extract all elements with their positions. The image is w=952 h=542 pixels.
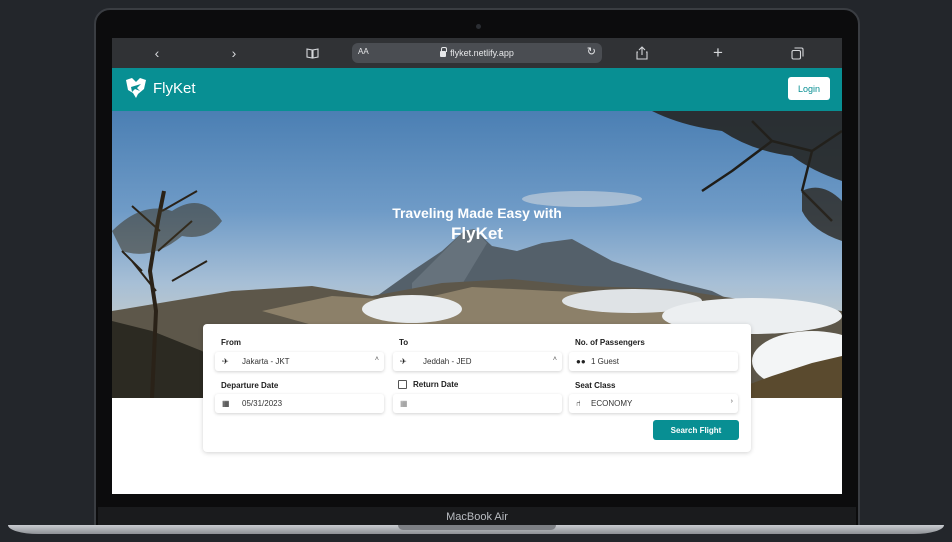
login-button[interactable]: Login bbox=[788, 77, 830, 100]
seat-icon: ⑁ bbox=[576, 399, 581, 408]
from-select[interactable]: ✈ Jakarta - JKT ˄ bbox=[215, 352, 384, 371]
share-icon[interactable] bbox=[632, 44, 652, 62]
tabs-icon[interactable] bbox=[787, 44, 807, 62]
passengers-select[interactable]: ●● 1 Guest bbox=[569, 352, 738, 371]
seat-class-label: Seat Class bbox=[575, 381, 616, 390]
calendar-icon: ▦ bbox=[222, 399, 230, 408]
new-tab-icon[interactable]: + bbox=[708, 43, 728, 62]
app-header: FlyKet Login bbox=[112, 68, 842, 111]
passengers-label: No. of Passengers bbox=[575, 338, 645, 347]
url-text: flyket.netlify.app bbox=[450, 48, 514, 58]
back-icon[interactable]: ‹ bbox=[147, 44, 167, 62]
to-select[interactable]: ✈ Jeddah - JED ˄ bbox=[393, 352, 562, 371]
return-label: Return Date bbox=[413, 380, 459, 389]
departure-label: Departure Date bbox=[221, 381, 279, 390]
chevron-up-icon: ˄ bbox=[374, 356, 379, 363]
users-icon: ●● bbox=[576, 357, 586, 366]
bezel-bottom: MacBook Air bbox=[98, 507, 856, 526]
forward-icon[interactable]: › bbox=[224, 44, 244, 62]
camera-icon bbox=[476, 24, 481, 29]
plane-landing-icon: ✈ bbox=[400, 357, 407, 366]
hero-title: Traveling Made Easy with bbox=[392, 205, 562, 221]
chevron-up-icon: ˄ bbox=[552, 356, 557, 363]
from-value: Jakarta - JKT bbox=[242, 357, 290, 366]
browser-toolbar: ‹ › AA flyket.netlify.app ↻ + bbox=[112, 38, 842, 68]
reader-button[interactable]: AA bbox=[358, 47, 369, 56]
hero-brand: FlyKet bbox=[451, 224, 503, 243]
passengers-value: 1 Guest bbox=[591, 357, 620, 366]
flyket-logo-icon bbox=[126, 78, 146, 98]
to-value: Jeddah - JED bbox=[423, 357, 472, 366]
departure-date-input[interactable]: ▦ 05/31/2023 bbox=[215, 394, 384, 413]
lock-icon bbox=[440, 47, 448, 57]
return-date-input[interactable]: ▦ bbox=[393, 394, 562, 413]
calendar-icon: ▦ bbox=[400, 399, 408, 408]
flight-search-form: From ✈ Jakarta - JKT ˄ To ✈ Jeddah - JED… bbox=[203, 324, 751, 452]
chevron-right-icon: › bbox=[730, 398, 733, 405]
plane-takeoff-icon: ✈ bbox=[222, 357, 229, 366]
device-label: MacBook Air bbox=[446, 510, 508, 523]
address-bar[interactable]: AA flyket.netlify.app ↻ bbox=[352, 43, 602, 63]
brand-name[interactable]: FlyKet bbox=[153, 80, 196, 97]
reload-icon[interactable]: ↻ bbox=[587, 45, 596, 58]
laptop-notch bbox=[398, 525, 556, 530]
seat-class-select[interactable]: ⑁ ECONOMY › bbox=[569, 394, 738, 413]
from-label: From bbox=[221, 338, 241, 347]
seat-class-value: ECONOMY bbox=[591, 399, 633, 408]
search-flight-button[interactable]: Search Flight bbox=[653, 420, 739, 440]
departure-value: 05/31/2023 bbox=[242, 399, 283, 408]
return-date-checkbox[interactable] bbox=[398, 380, 407, 389]
screen: ‹ › AA flyket.netlify.app ↻ + FlyKet Log… bbox=[112, 38, 842, 494]
bookmarks-icon[interactable] bbox=[302, 44, 322, 62]
to-label: To bbox=[399, 338, 409, 347]
